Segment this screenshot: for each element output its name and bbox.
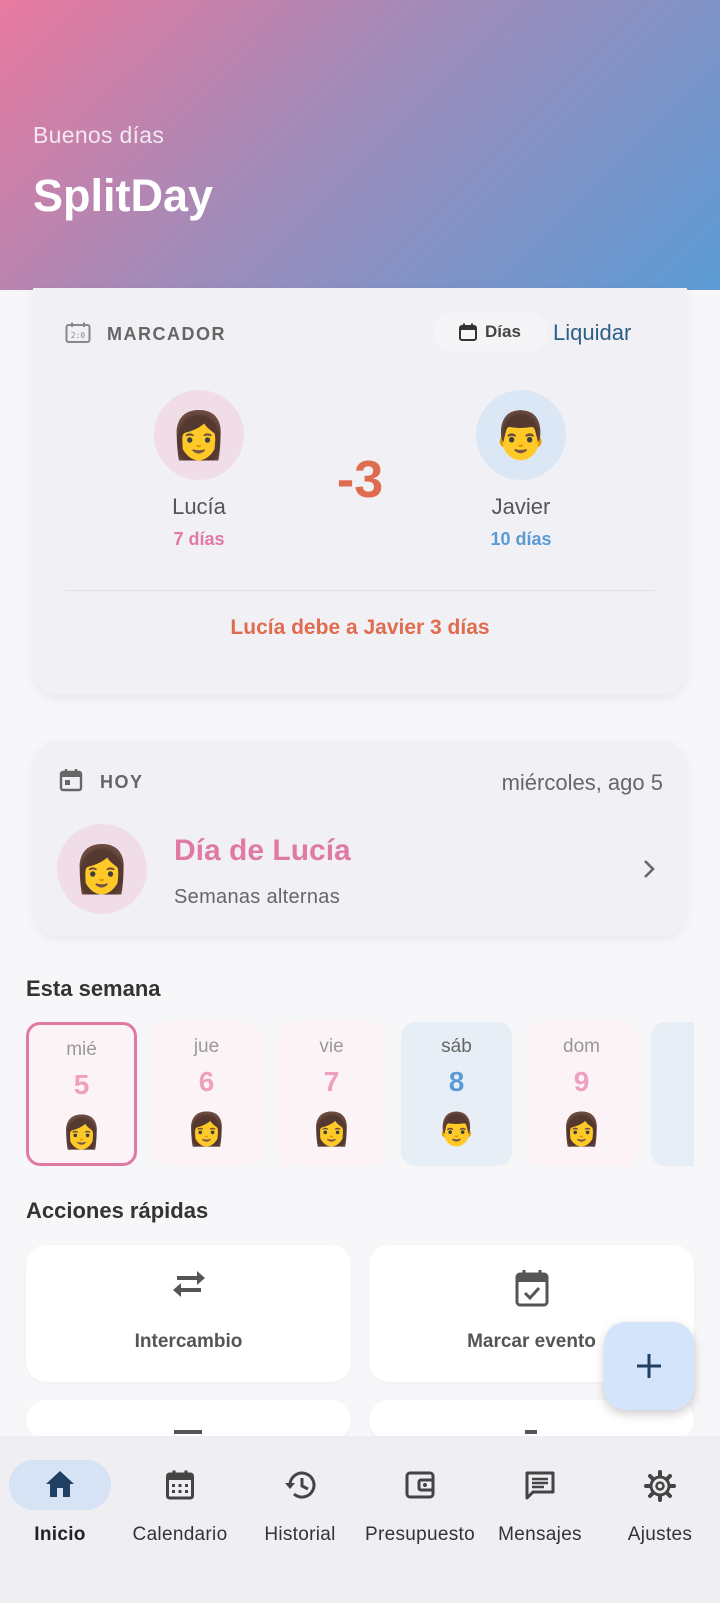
partial-icon xyxy=(174,1430,202,1434)
quick-actions-title: Acciones rápidas xyxy=(26,1198,209,1223)
swap-icon xyxy=(172,1271,205,1297)
today-title: Día de Lucía xyxy=(174,834,351,867)
day-number: 6 xyxy=(198,1066,215,1097)
right-person-name: Javier xyxy=(491,494,551,519)
day-name: mié xyxy=(66,1039,97,1060)
nav-item-historial[interactable]: Historial xyxy=(240,1458,360,1558)
scoreboard-icon: 2:0 xyxy=(65,322,91,343)
nav-label: Historial xyxy=(264,1524,336,1545)
nav-label: Mensajes xyxy=(498,1524,582,1545)
nav-item-inicio[interactable]: Inicio xyxy=(0,1458,120,1558)
app-title: SplitDay xyxy=(33,170,214,221)
left-person-days: 7 días xyxy=(173,529,225,549)
today-label: HOY xyxy=(100,772,144,792)
nav-item-calendario[interactable]: Calendario xyxy=(120,1458,240,1558)
week-strip[interactable]: mié 5 👩 jue 6 👩 vie 7 👩 sáb 8 👨 dom 9 👩 xyxy=(26,1022,694,1168)
balance-summary: Lucía debe a Javier 3 días xyxy=(230,616,490,639)
message-icon xyxy=(525,1471,555,1500)
day-tile[interactable]: sáb 8 👨 xyxy=(401,1022,512,1166)
unit-chip-label: Días xyxy=(485,322,521,341)
day-tile[interactable]: dom 9 👩 xyxy=(526,1022,637,1166)
day-name: jue xyxy=(193,1036,220,1057)
day-number: 7 xyxy=(323,1066,340,1097)
nav-label: Calendario xyxy=(132,1524,228,1545)
day-number: 9 xyxy=(573,1066,590,1097)
day-name: dom xyxy=(563,1036,600,1057)
chevron-right-icon xyxy=(644,860,655,878)
nav-label: Ajustes xyxy=(627,1524,693,1545)
nav-item-mensajes[interactable]: Mensajes xyxy=(480,1458,600,1558)
settle-button[interactable]: Liquidar xyxy=(553,320,631,346)
right-person-days: 10 días xyxy=(490,529,552,549)
week-title: Esta semana xyxy=(26,976,161,1001)
calendar-today-icon xyxy=(59,769,83,792)
nav-item-presupuesto[interactable]: Presupuesto xyxy=(360,1458,480,1558)
day-name: vie xyxy=(319,1036,344,1057)
avatar-right: 👨 xyxy=(476,390,566,480)
day-tile[interactable]: jue 6 👩 xyxy=(151,1022,262,1166)
calendar-icon xyxy=(459,323,478,341)
svg-text:2:0: 2:0 xyxy=(71,331,86,340)
history-icon xyxy=(285,1471,316,1499)
swap-action-label: Intercambio xyxy=(134,1331,243,1352)
bottom-navigation: Inicio Calendario Historial Presupuesto … xyxy=(0,1436,720,1603)
plus-icon xyxy=(637,1354,661,1378)
app-screen: Buenos días SplitDay 2:0 MARCADOR Días L… xyxy=(0,0,720,1603)
unit-chip[interactable]: Días xyxy=(433,312,547,352)
day-number: 8 xyxy=(448,1066,465,1097)
wallet-icon xyxy=(405,1471,435,1499)
scoreboard-card: 2:0 MARCADOR Días Liquidar 👩 Lucía 7 día… xyxy=(33,288,687,695)
header-banner: Buenos días SplitDay xyxy=(0,0,720,290)
today-avatar: 👩 xyxy=(57,824,147,914)
quick-action-card-partial[interactable] xyxy=(26,1400,351,1440)
day-owner-avatar: 👩 xyxy=(561,1111,602,1147)
day-number: 5 xyxy=(73,1069,90,1100)
day-owner-avatar: 👨 xyxy=(436,1111,477,1147)
event-check-icon xyxy=(515,1270,548,1307)
day-tile-partial[interactable] xyxy=(651,1022,694,1166)
swap-action-button[interactable]: Intercambio xyxy=(26,1245,351,1382)
today-date: miércoles, ago 5 xyxy=(501,770,663,795)
day-tile[interactable]: mié 5 👩 xyxy=(26,1022,137,1166)
day-owner-avatar: 👩 xyxy=(186,1111,227,1147)
home-icon xyxy=(46,1471,74,1497)
today-card[interactable]: HOY miércoles, ago 5 👩 Día de Lucía Sema… xyxy=(33,740,687,936)
divider xyxy=(65,590,655,591)
greeting-text: Buenos días xyxy=(33,122,165,148)
nav-item-ajustes[interactable]: Ajustes xyxy=(600,1458,720,1558)
today-subtitle: Semanas alternas xyxy=(174,886,341,908)
day-name: sáb xyxy=(441,1036,472,1057)
calendar-icon xyxy=(166,1470,194,1500)
scoreboard-label: MARCADOR xyxy=(107,324,226,344)
add-button[interactable] xyxy=(604,1322,694,1410)
nav-label: Presupuesto xyxy=(365,1524,475,1545)
partial-icon xyxy=(525,1430,537,1434)
day-owner-avatar: 👩 xyxy=(311,1111,352,1147)
day-tile[interactable]: vie 7 👩 xyxy=(276,1022,387,1166)
gear-icon xyxy=(644,1470,676,1502)
day-owner-avatar: 👩 xyxy=(61,1114,102,1150)
